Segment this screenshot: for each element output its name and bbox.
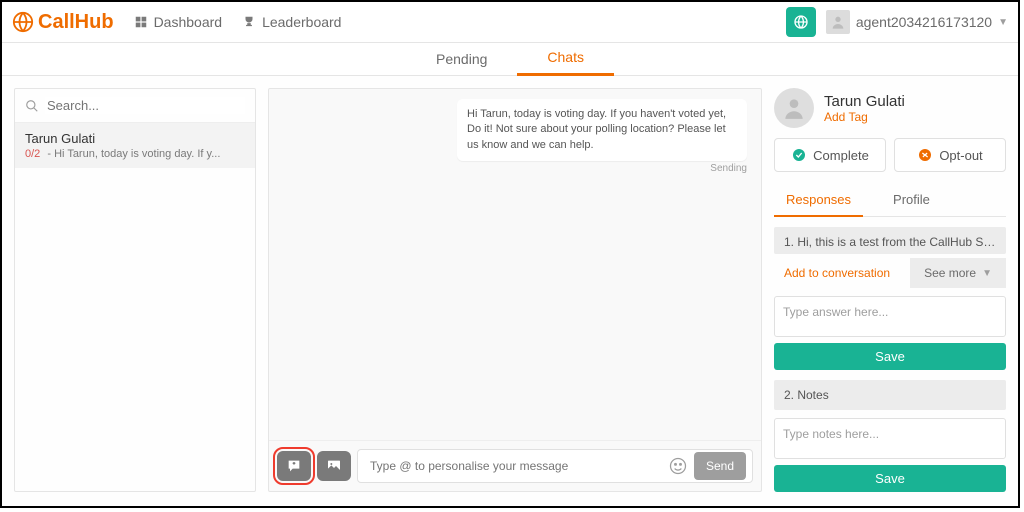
composer: Send <box>269 440 761 491</box>
details-panel: Tarun Gulati Add Tag Complete Opt-out Re… <box>774 88 1006 492</box>
image-icon <box>325 458 343 474</box>
conversation-name: Tarun Gulati <box>25 131 245 146</box>
conversation-list: Tarun Gulati 0/2 - Hi Tarun, today is vo… <box>14 88 256 492</box>
script-line: 1. Hi, this is a test from the CallHub S… <box>774 227 1006 254</box>
complete-label: Complete <box>813 148 869 163</box>
search-box[interactable] <box>15 89 255 123</box>
save-notes-button[interactable]: Save <box>774 465 1006 492</box>
search-input[interactable] <box>45 97 245 114</box>
brand-logo[interactable]: CallHub <box>12 11 114 34</box>
user-label: agent2034216173120 <box>856 14 992 30</box>
top-nav: Dashboard Leaderboard <box>134 14 362 30</box>
conversation-item[interactable]: Tarun Gulati 0/2 - Hi Tarun, today is vo… <box>15 123 255 168</box>
send-button[interactable]: Send <box>694 452 746 480</box>
optout-icon <box>917 147 933 163</box>
chat-plus-icon <box>285 458 303 474</box>
optout-label: Opt-out <box>939 148 982 163</box>
conversation-preview: 0/2 - Hi Tarun, today is voting day. If … <box>25 148 245 160</box>
check-circle-icon <box>791 147 807 163</box>
app-frame: CallHub Dashboard Leaderboard agent20342… <box>0 0 1020 508</box>
optout-button[interactable]: Opt-out <box>894 138 1006 172</box>
add-image-button[interactable] <box>317 451 351 481</box>
save-answer-button[interactable]: Save <box>774 343 1006 370</box>
tab-responses[interactable]: Responses <box>774 186 863 217</box>
trophy-icon <box>242 15 256 29</box>
dashboard-icon <box>134 15 148 29</box>
emoji-button[interactable] <box>668 456 688 476</box>
tab-profile[interactable]: Profile <box>881 186 942 216</box>
nav-leaderboard[interactable]: Leaderboard <box>242 14 341 30</box>
caret-down-icon: ▼ <box>998 17 1008 28</box>
add-to-conversation-link[interactable]: Add to conversation <box>774 258 910 288</box>
see-more-label: See more <box>924 266 976 280</box>
contact-avatar <box>774 88 814 128</box>
globe-icon <box>793 14 809 30</box>
nav-leaderboard-label: Leaderboard <box>262 14 341 30</box>
user-menu[interactable]: agent2034216173120 ▼ <box>826 10 1008 34</box>
person-icon <box>781 95 807 121</box>
conversation-text: - Hi Tarun, today is voting day. If y... <box>44 148 220 160</box>
caret-down-icon: ▼ <box>982 268 992 279</box>
help-button[interactable] <box>786 7 816 37</box>
message-status: Sending <box>710 163 747 174</box>
main-tabs: Pending Chats <box>2 43 1018 76</box>
globe-logo-icon <box>12 11 34 33</box>
message-area: Hi Tarun, today is voting day. If you ha… <box>269 89 761 440</box>
chat-panel: Hi Tarun, today is voting day. If you ha… <box>268 88 762 492</box>
topbar: CallHub Dashboard Leaderboard agent20342… <box>2 2 1018 43</box>
smile-icon <box>668 456 688 476</box>
notes-heading: 2. Notes <box>774 380 1006 410</box>
contact-actions: Complete Opt-out <box>774 138 1006 172</box>
script-actions: Add to conversation See more ▼ <box>774 258 1006 288</box>
outgoing-message: Hi Tarun, today is voting day. If you ha… <box>283 99 747 174</box>
nav-dashboard-label: Dashboard <box>154 14 223 30</box>
avatar-icon <box>826 10 850 34</box>
tab-chats[interactable]: Chats <box>517 49 614 76</box>
tab-pending[interactable]: Pending <box>406 51 517 75</box>
message-bubble: Hi Tarun, today is voting day. If you ha… <box>457 99 747 161</box>
conversation-count: 0/2 <box>25 148 40 160</box>
search-icon <box>25 99 39 113</box>
add-template-button[interactable] <box>277 451 311 481</box>
brand-name: CallHub <box>38 11 114 34</box>
answer-input[interactable] <box>774 296 1006 337</box>
content: Tarun Gulati 0/2 - Hi Tarun, today is vo… <box>2 76 1018 506</box>
detail-tabs: Responses Profile <box>774 186 1006 217</box>
see-more-button[interactable]: See more ▼ <box>910 258 1006 288</box>
nav-dashboard[interactable]: Dashboard <box>134 14 223 30</box>
notes-input[interactable] <box>774 418 1006 459</box>
add-tag-link[interactable]: Add Tag <box>824 110 905 124</box>
contact-name: Tarun Gulati <box>824 93 905 110</box>
compose-box[interactable]: Send <box>357 449 753 483</box>
compose-input[interactable] <box>364 453 668 479</box>
complete-button[interactable]: Complete <box>774 138 886 172</box>
contact-header: Tarun Gulati Add Tag <box>774 88 1006 128</box>
